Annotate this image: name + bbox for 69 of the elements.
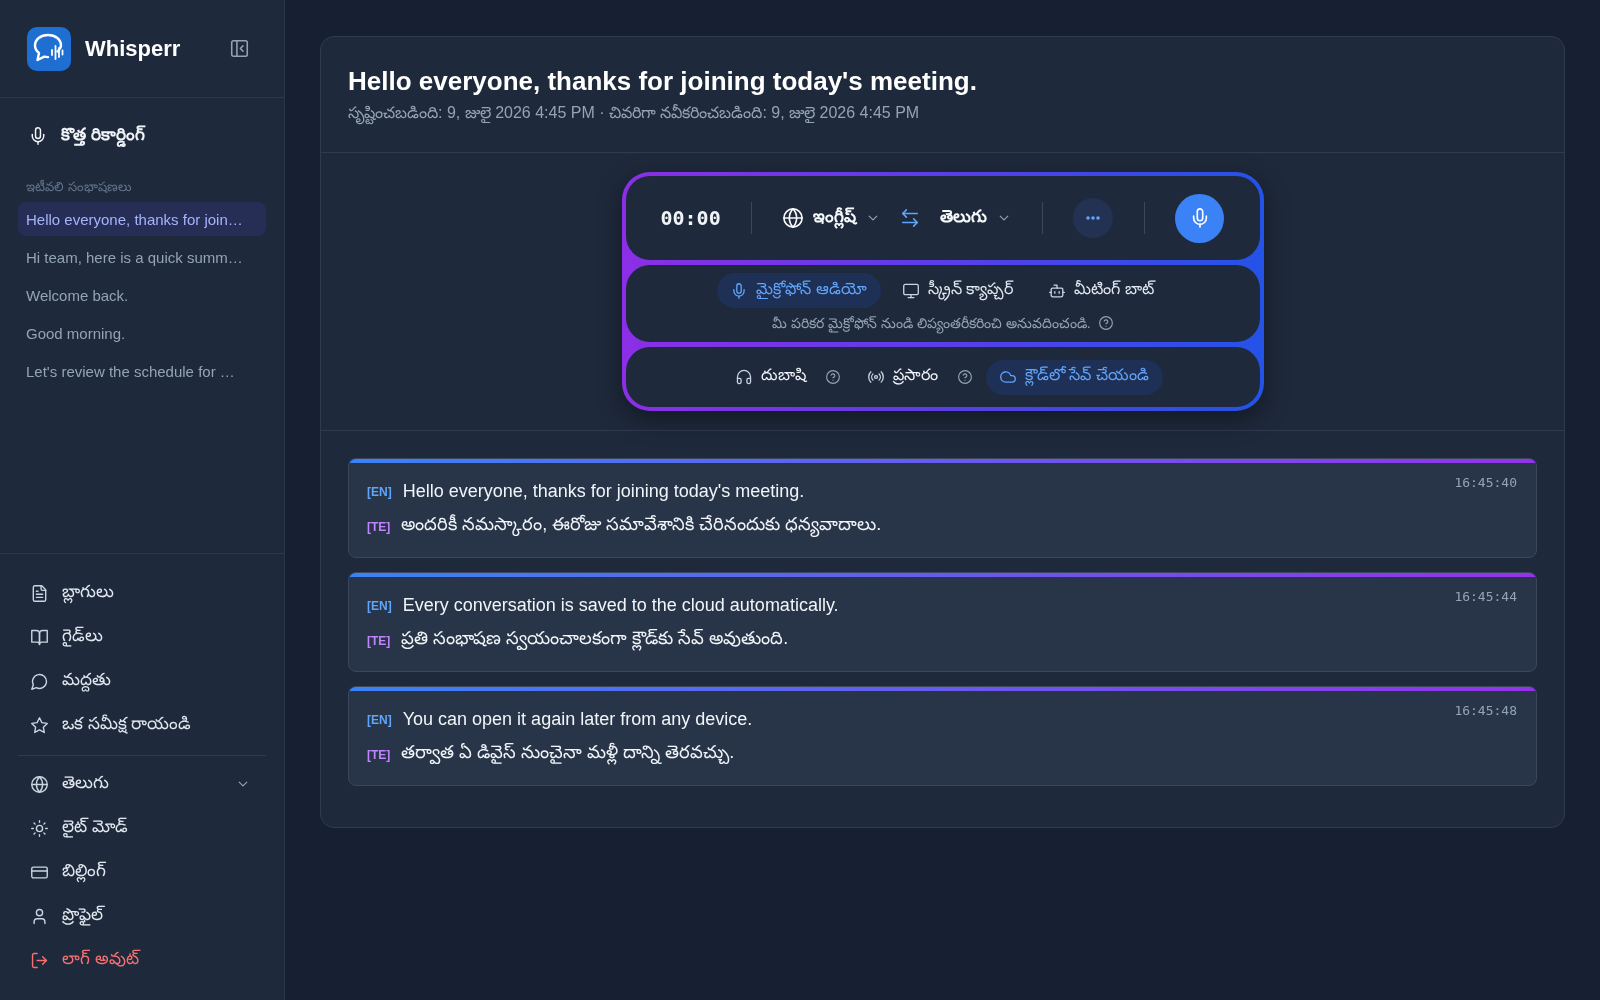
sidebar-link[interactable]: మద్దతు [18, 661, 266, 701]
timestamp: 16:45:44 [1454, 589, 1517, 605]
sidebar-link[interactable]: బ్లాగులు [18, 573, 266, 613]
logout-icon [31, 951, 48, 969]
option-toggle[interactable]: క్లౌడ్‌లో సేవ్ చేయండి [986, 359, 1163, 395]
language-tag: [TE] [367, 519, 391, 534]
language-tag: [EN] [367, 712, 392, 727]
conversation-item[interactable]: Welcome back. [18, 278, 266, 312]
transcript-text: You can open it again later from any device. [402, 709, 753, 730]
monitor-icon [902, 282, 919, 299]
chat-bubble-icon [31, 672, 48, 690]
book-icon [31, 628, 48, 646]
swap-icon[interactable] [899, 208, 920, 228]
transcript-text: అందరికీ నమస్కారం, ఈరోజు సమావేశానికి చేరినందుకు ధన్యవాదాలు. [401, 514, 882, 539]
headphones-icon [736, 369, 753, 385]
help-icon[interactable] [958, 370, 973, 384]
person-icon [31, 907, 48, 925]
mic-icon [29, 127, 47, 145]
sidebar-link[interactable]: గైడ్‌లు [18, 617, 266, 657]
sidebar-link[interactable]: ఒక సమీక్ష రాయండి [18, 705, 266, 745]
language-tag: [TE] [367, 747, 391, 762]
conversation-item[interactable]: Good morning. [18, 316, 266, 350]
logout-link[interactable]: లాగ్ అవుట్ [18, 940, 266, 980]
mode-tab[interactable]: స్క్రీన్ క్యాప్చర్ [888, 273, 1028, 308]
option-toggle[interactable]: ప్రసారం [854, 359, 953, 395]
option-toggle[interactable]: దుబాషి [722, 359, 821, 395]
mode-tab[interactable]: మైక్రోఫోన్ ఆడియో [717, 273, 881, 308]
cloud-icon [1000, 369, 1017, 385]
mic-icon [731, 282, 748, 299]
language-select[interactable]: తెలుగు [939, 206, 1011, 230]
mode-description: మీ పరికర మైక్రోఫోన్ నుండి లిప్యంతరీకరించి అనువదించండి. [772, 314, 1091, 332]
more-icon [1086, 216, 1101, 220]
sidebar-link[interactable]: ప్రొఫైల్ [18, 896, 266, 936]
language-tag: [TE] [367, 633, 391, 648]
conversation-item[interactable]: Hi team, here is a quick summ… [18, 240, 266, 274]
logo-icon [27, 26, 71, 71]
help-icon[interactable] [826, 370, 841, 384]
sidebar-link[interactable]: లైట్ మోడ్ [18, 808, 266, 848]
document-meta: సృష్టించబడింది: 9, జులై 2026 4:45 PM · చివరిగా నవీకరించబడింది: 9, జులై 2026 4:45 PM [348, 103, 1537, 123]
help-icon[interactable] [1098, 316, 1113, 330]
language-tag: [EN] [367, 484, 392, 499]
section-heading: ఇటీవలి సంభాషణలు [25, 178, 133, 196]
card-icon [31, 863, 48, 881]
new-recording-button[interactable]: కొత్త రికార్డింగ్ [18, 116, 156, 156]
timestamp: 16:45:48 [1454, 703, 1517, 719]
mode-tab[interactable]: మీటింగ్ బాట్ [1035, 273, 1168, 308]
language-select[interactable]: తెలుగు [18, 764, 266, 804]
document-icon [31, 584, 48, 602]
transcript-text: Every conversation is saved to the cloud automatically. [402, 595, 839, 616]
transcript-text: తర్వాత ఏ డివైస్ నుంచైనా మళ్లీ దాన్ని తెరవచ్చు. [401, 742, 735, 767]
document-title: Hello everyone, thanks for joining today's meeting. [348, 65, 978, 97]
timer: 00:00 [660, 206, 721, 230]
sidebar-link[interactable]: బిల్లింగ్ [18, 852, 266, 892]
transcript-text: Hello everyone, thanks for joining today's meeting. [402, 481, 805, 502]
panel-collapse-icon[interactable] [230, 39, 249, 58]
transcript-text: ప్రతి సంభాషణ స్వయంచాలకంగా క్లౌడ్‌కు సేవ్ అవుతుంది. [401, 628, 789, 653]
sun-icon [31, 819, 48, 837]
robot-icon [1049, 282, 1066, 299]
brand-name: Whisperr [85, 35, 181, 62]
globe-icon [782, 208, 803, 228]
conversation-item[interactable]: Hello everyone, thanks for join… [18, 202, 266, 236]
language-tag: [EN] [367, 598, 392, 613]
globe-icon [31, 775, 48, 793]
conversation-item[interactable]: Let's review the schedule for … [18, 354, 266, 388]
more-button[interactable] [1073, 198, 1114, 238]
timestamp: 16:45:40 [1454, 475, 1517, 491]
broadcast-icon [868, 369, 885, 385]
language-select[interactable]: ఇంగ్లీష్ [782, 206, 880, 230]
star-icon [31, 716, 48, 734]
